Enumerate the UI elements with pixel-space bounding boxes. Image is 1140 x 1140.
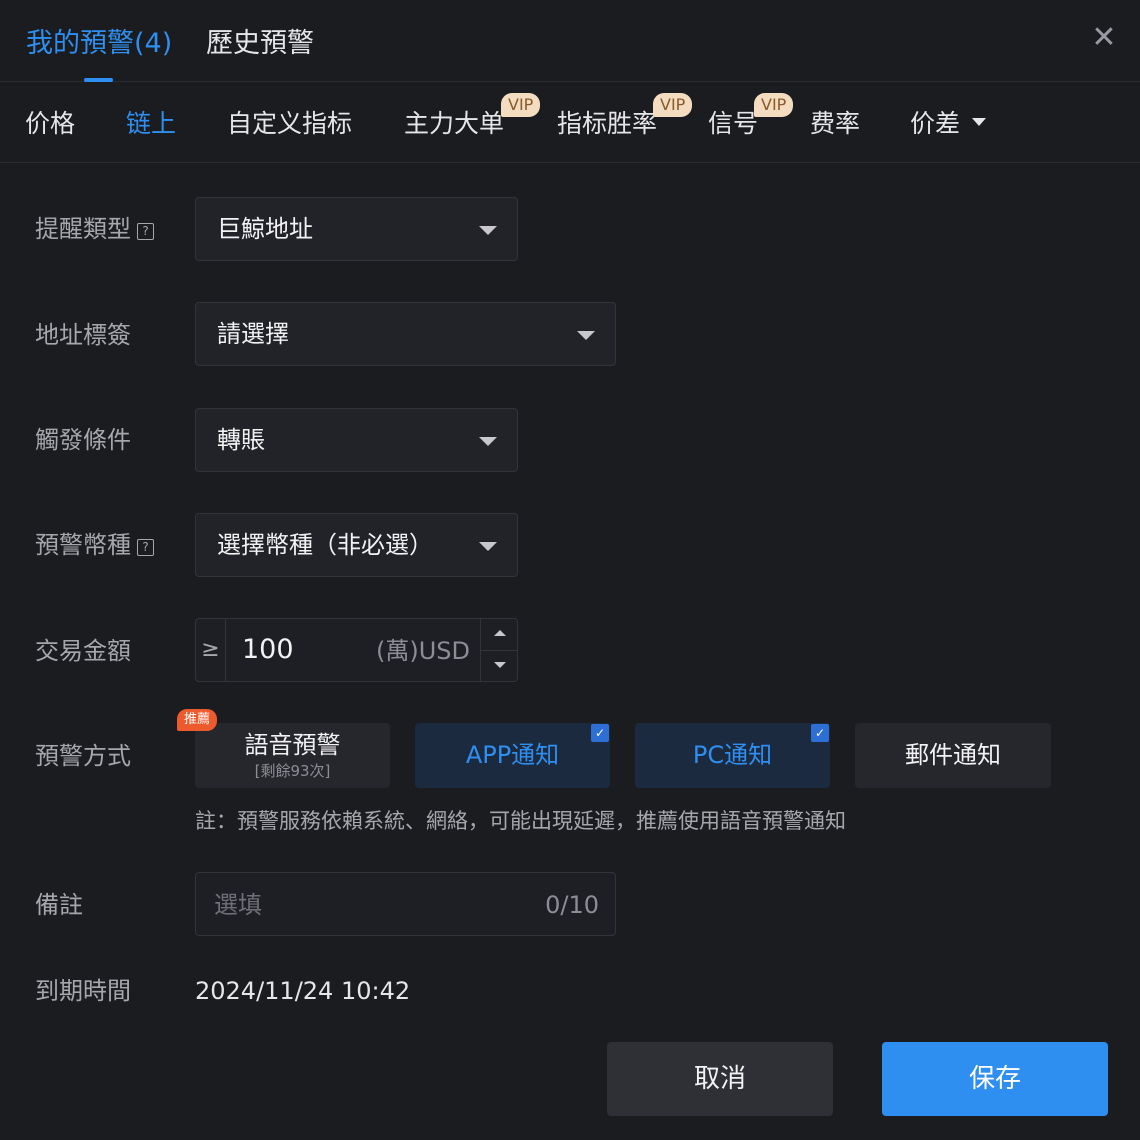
coin-value: 選擇幣種（非必選） (217, 531, 433, 559)
voice-remaining-count: [剩餘93次] (254, 762, 331, 780)
expiry-label: 到期時間 (35, 977, 131, 1005)
alert-method-note: 註：預警服務依賴系統、網絡，可能出現延遲，推薦使用語音預警通知 (195, 809, 846, 833)
increment-button[interactable] (481, 619, 518, 650)
alert-dialog: 我的預警(4) 歷史預警 ✕ 价格 链上 自定义指标 主力大单 VIP 指标胜率… (0, 0, 1140, 1140)
category-funding-rate[interactable]: 费率 (810, 107, 860, 141)
dialog-header: 我的預警(4) 歷史預警 ✕ (0, 0, 1140, 82)
address-tag-label: 地址標簽 (35, 321, 131, 349)
checkmark-icon: ✓ (811, 724, 829, 742)
chevron-down-icon (494, 662, 506, 668)
vip-badge: VIP (754, 93, 794, 117)
vip-badge: VIP (501, 93, 541, 117)
checkmark-icon: ✓ (591, 724, 609, 742)
close-icon[interactable]: ✕ (1088, 22, 1120, 54)
chevron-down-icon (479, 226, 497, 235)
method-pc-label: PC通知 (692, 741, 773, 769)
address-tag-select[interactable]: 請選擇 (195, 302, 616, 366)
coin-label: 預警幣種? (35, 528, 154, 562)
remark-label: 備註 (35, 891, 83, 919)
alert-type-value: 巨鯨地址 (217, 215, 313, 243)
help-icon[interactable]: ? (137, 223, 154, 240)
amount-input-group: ≥ 100 (萬)USD (195, 618, 518, 682)
method-voice-label: 語音預警 (244, 731, 341, 759)
category-indicator-winrate[interactable]: 指标胜率 (557, 107, 657, 141)
trigger-label: 觸發條件 (35, 426, 131, 454)
method-email[interactable]: 郵件通知 (855, 723, 1051, 788)
coin-select[interactable]: 選擇幣種（非必選） (195, 513, 518, 577)
method-app[interactable]: APP通知 ✓ (415, 723, 610, 788)
trigger-value: 轉賬 (217, 426, 265, 454)
amount-unit: (萬)USD (376, 637, 471, 665)
remark-input[interactable]: 選填 0/10 (195, 872, 616, 936)
alert-type-select[interactable]: 巨鯨地址 (195, 197, 518, 261)
category-spread-label: 价差 (910, 109, 961, 138)
category-onchain[interactable]: 链上 (126, 107, 176, 141)
category-custom-indicator[interactable]: 自定义指标 (227, 107, 352, 141)
tab-my-alerts[interactable]: 我的預警(4) (26, 26, 172, 62)
method-pc[interactable]: PC通知 ✓ (635, 723, 830, 788)
recommend-badge: 推薦 (177, 709, 218, 731)
chevron-down-icon (479, 437, 497, 446)
remark-placeholder: 選填 (214, 891, 262, 919)
method-voice[interactable]: 語音預警 [剩餘93次] (195, 723, 390, 788)
chevron-up-icon (494, 630, 506, 636)
operator-symbol: ≥ (196, 619, 226, 681)
expiry-value: 2024/11/24 10:42 (195, 977, 411, 1005)
active-tab-indicator (84, 78, 113, 82)
tab-history-alerts[interactable]: 歷史預警 (206, 26, 314, 62)
address-tag-value: 請選擇 (217, 320, 289, 348)
decrement-button[interactable] (481, 650, 518, 681)
method-app-label: APP通知 (465, 741, 560, 769)
chevron-down-icon (577, 331, 595, 340)
category-large-orders[interactable]: 主力大单 (404, 107, 504, 141)
cancel-button[interactable]: 取消 (607, 1042, 833, 1116)
chevron-down-icon (972, 118, 987, 126)
category-price[interactable]: 价格 (25, 107, 75, 141)
vip-badge: VIP (653, 93, 693, 117)
category-spread-dropdown[interactable]: 价差 (910, 107, 987, 141)
chevron-down-icon (479, 542, 497, 551)
amount-label: 交易金額 (35, 637, 131, 665)
remark-char-counter: 0/10 (545, 891, 599, 919)
category-signal[interactable]: 信号 (708, 107, 758, 141)
alert-type-label: 提醒類型? (35, 212, 154, 246)
category-bar: 价格 链上 自定义指标 主力大单 VIP 指标胜率 VIP 信号 VIP 费率 … (0, 83, 1140, 163)
help-icon[interactable]: ? (137, 539, 154, 556)
save-button[interactable]: 保存 (882, 1042, 1108, 1116)
amount-input[interactable]: 100 (242, 633, 294, 667)
method-email-label: 郵件通知 (905, 741, 1001, 769)
trigger-select[interactable]: 轉賬 (195, 408, 518, 472)
alert-method-label: 預警方式 (35, 742, 131, 770)
amount-stepper (480, 619, 518, 681)
